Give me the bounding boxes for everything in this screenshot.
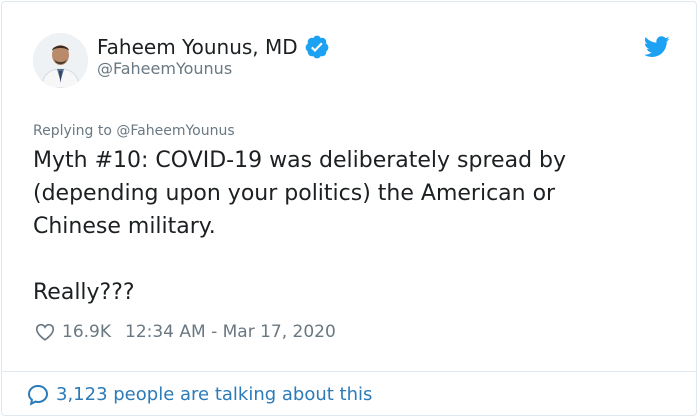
avatar[interactable] [33, 33, 88, 88]
avatar-photo [33, 33, 88, 88]
conversation-label[interactable]: 3,123 people are talking about this [56, 382, 372, 408]
heart-icon[interactable] [34, 321, 56, 343]
tweet-text: Myth #10: COVID-19 was deliberately spre… [33, 144, 673, 309]
divider [2, 371, 696, 372]
tweet-card: Faheem Younus, MD @FaheemYounus Replying… [1, 1, 697, 416]
author-handle[interactable]: @FaheemYounus [97, 59, 232, 79]
like-count[interactable]: 16.9K [62, 319, 111, 345]
tweet-text-line: (depending upon your politics) the Ameri… [33, 181, 556, 206]
speech-bubble-icon [27, 384, 49, 406]
tweet-text-line: Chinese military. [33, 214, 216, 239]
author-name[interactable]: Faheem Younus, MD [97, 33, 330, 61]
author-name-text[interactable]: Faheem Younus, MD [97, 33, 298, 61]
tweet-meta: 16.9K 12:34 AM - Mar 17, 2020 [34, 319, 336, 345]
timestamp[interactable]: 12:34 AM - Mar 17, 2020 [125, 319, 336, 345]
conversation-link[interactable]: 3,123 people are talking about this [26, 382, 372, 408]
tweet-text-closing: Really??? [33, 280, 135, 305]
tweet-text-line: Myth #10: COVID-19 was deliberately spre… [33, 148, 567, 173]
verified-badge-icon [305, 35, 329, 59]
twitter-bird-icon[interactable] [644, 36, 670, 58]
reply-context[interactable]: Replying to @FaheemYounus [33, 121, 235, 141]
